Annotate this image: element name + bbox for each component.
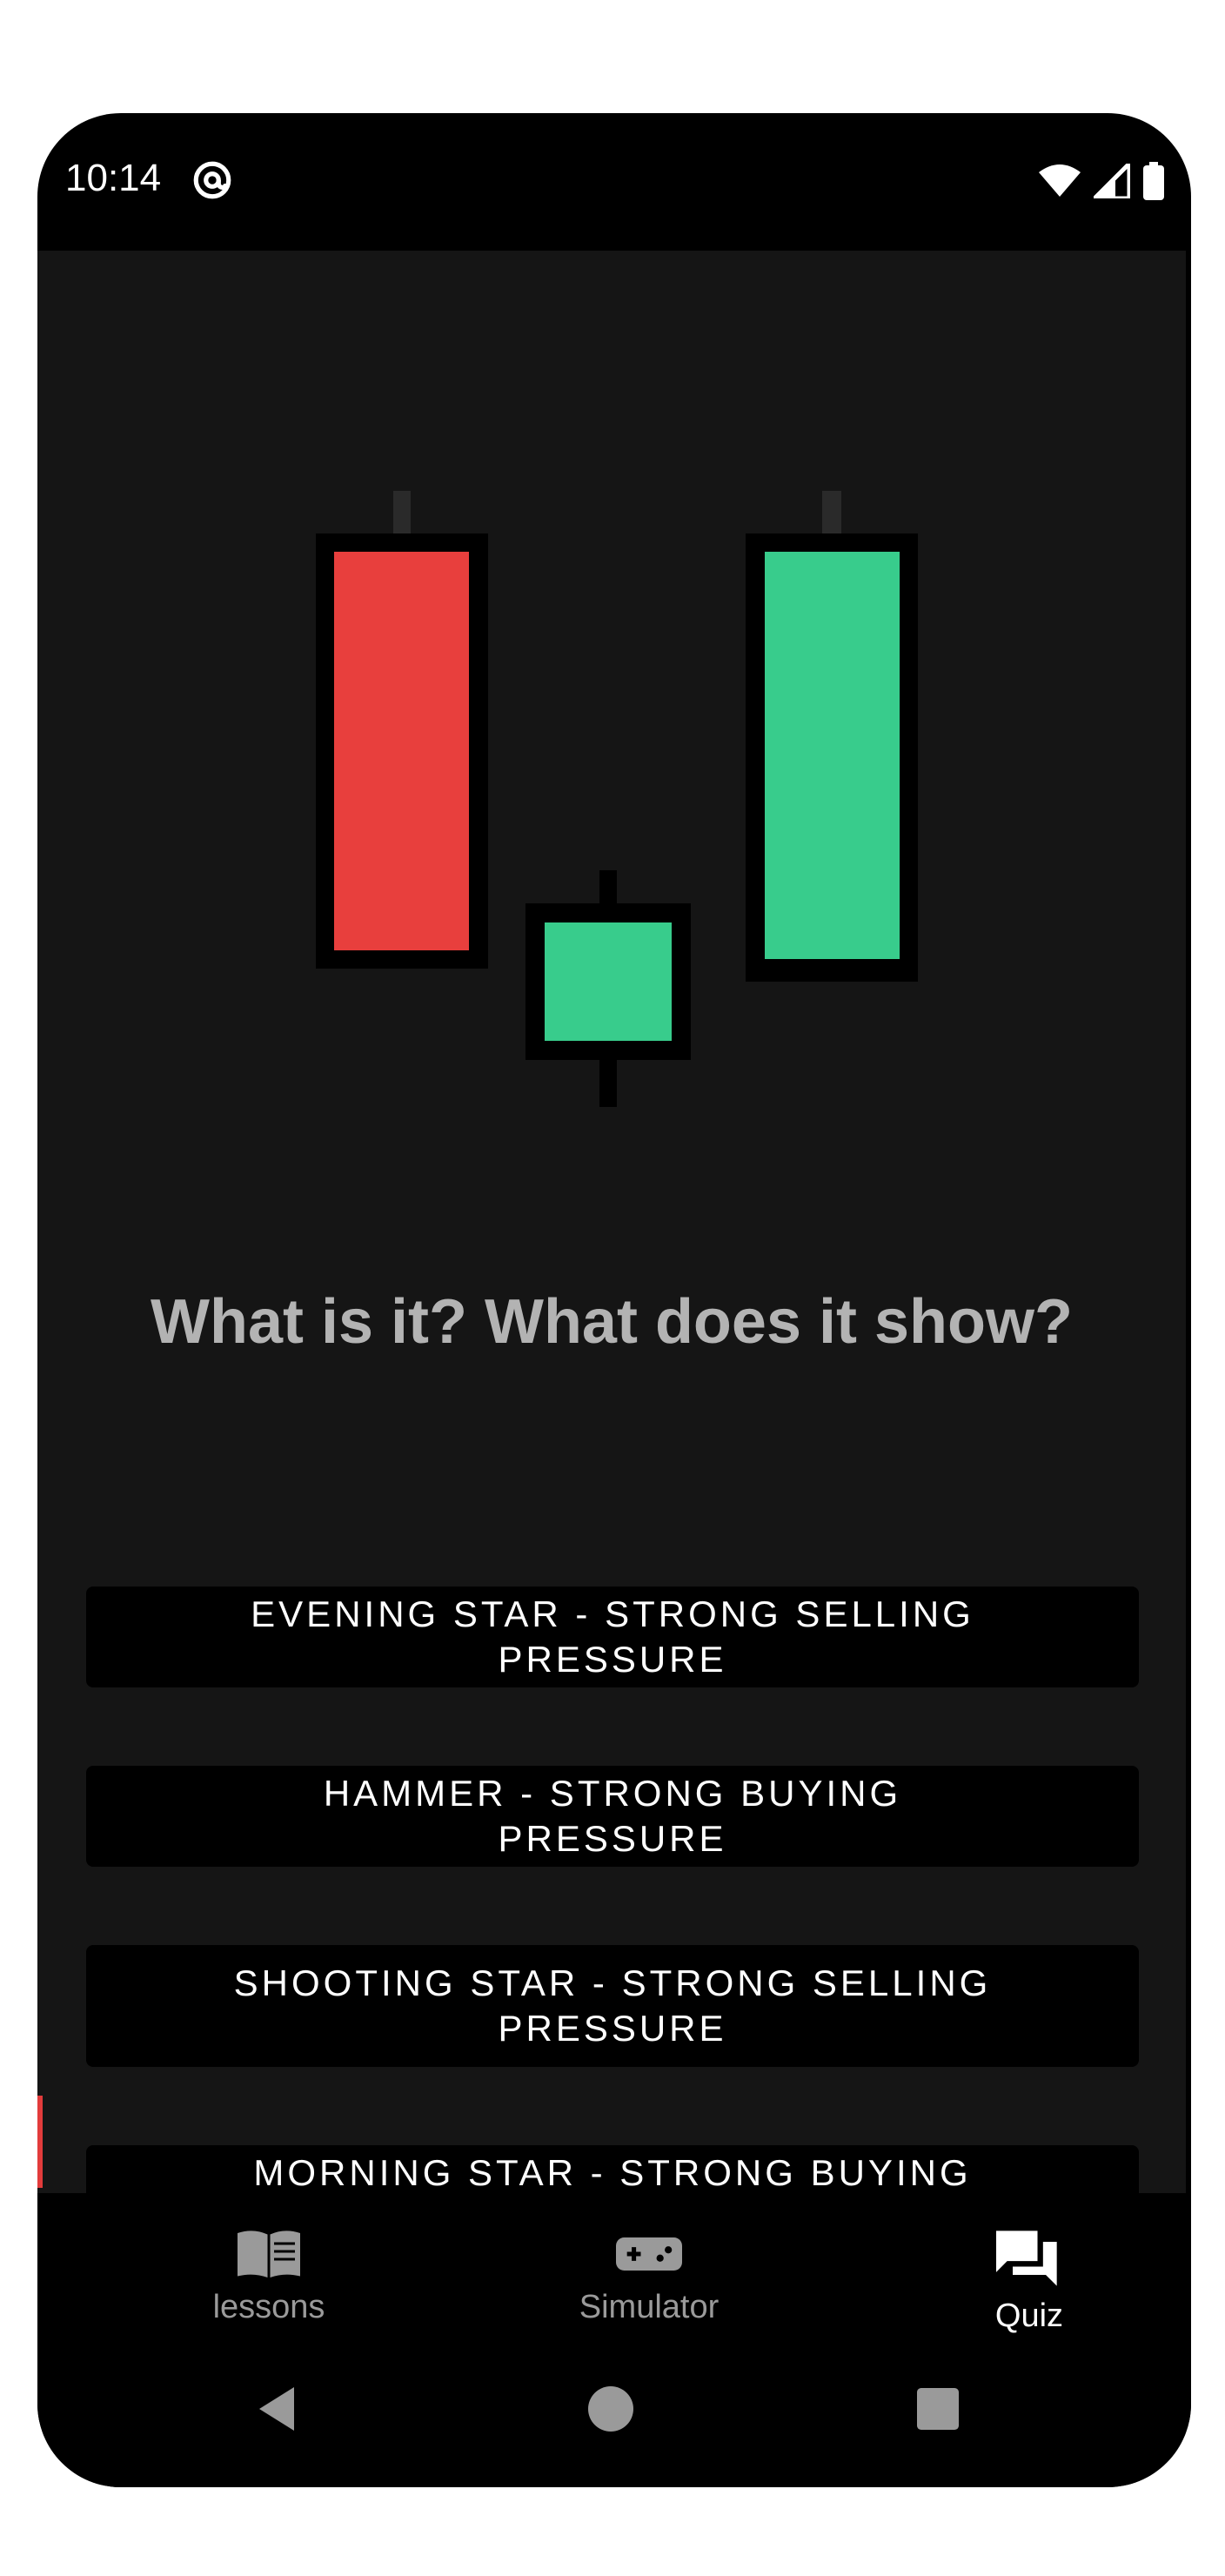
quiz-screen: What is it? What does it show? EVENING S…	[37, 251, 1186, 2246]
candlestick-pattern	[316, 491, 918, 1107]
nav-item-simulator[interactable]: Simulator	[519, 2228, 780, 2326]
candle-2-body-fill	[545, 922, 672, 1041]
recents-icon[interactable]	[917, 2388, 959, 2430]
chat-icon	[996, 2231, 1057, 2286]
candle-3-body-fill	[765, 552, 900, 959]
status-bar: 10:14	[37, 113, 1191, 251]
question-text: What is it? What does it show?	[151, 1287, 1073, 1357]
nav-item-lessons[interactable]: lessons	[138, 2228, 399, 2326]
edge-marker	[37, 2096, 43, 2188]
back-icon[interactable]	[255, 2385, 298, 2433]
answer-button-3[interactable]: SHOOTING STAR - STRONG SELLING PRESSURE	[86, 1945, 1139, 2067]
answer-button-2[interactable]: HAMMER - STRONG BUYING PRESSURE	[86, 1766, 1139, 1867]
signal-icon	[1094, 164, 1130, 198]
nav-label-simulator: Simulator	[579, 2289, 720, 2325]
status-time: 10:14	[65, 157, 162, 199]
bottom-navigation: lessons Simulator Quiz	[37, 2193, 1191, 2487]
nav-item-quiz[interactable]: Quiz	[899, 2228, 1160, 2335]
status-icons	[1038, 162, 1165, 200]
home-icon[interactable]	[588, 2386, 633, 2432]
candle-1-body-fill	[334, 552, 469, 950]
at-sign-icon	[193, 161, 231, 199]
nav-label-lessons: lessons	[212, 2289, 325, 2325]
gamepad-icon	[616, 2237, 682, 2271]
phone-frame: 10:14 What is it? What does it show? EVE…	[37, 113, 1191, 2487]
book-icon	[238, 2231, 300, 2277]
nav-label-quiz: Quiz	[994, 2298, 1064, 2334]
answer-button-1[interactable]: EVENING STAR - STRONG SELLING PRESSURE	[86, 1587, 1139, 1687]
wifi-icon	[1039, 164, 1081, 197]
battery-icon	[1143, 162, 1164, 200]
